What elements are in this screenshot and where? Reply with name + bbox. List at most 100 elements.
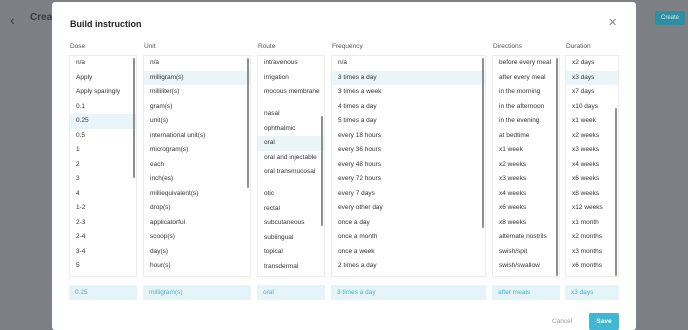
dose-option[interactable]: Apply [70, 71, 136, 86]
duration-option[interactable]: x6 weeks [566, 172, 618, 187]
unit-option[interactable]: inch(es) [144, 172, 250, 187]
route-scrollbar[interactable] [321, 116, 323, 226]
unit-scrollbar[interactable] [247, 58, 249, 188]
unit-option[interactable]: hour(s) [144, 259, 250, 274]
route-option[interactable]: rectal [258, 202, 324, 217]
duration-option[interactable]: x2 days [566, 56, 618, 71]
unit-option[interactable]: milliequivalent(s) [144, 187, 250, 202]
close-icon[interactable]: ✕ [608, 16, 617, 29]
route-option[interactable]: irrigation [258, 71, 324, 86]
dose-option[interactable]: 4 [70, 187, 136, 202]
unit-option[interactable]: applicatorful [144, 216, 250, 231]
dose-option[interactable]: 0.5 [70, 129, 136, 144]
cancel-button[interactable]: Cancel [552, 318, 572, 325]
frequency-option[interactable]: 2 times a day [332, 259, 485, 274]
directions-option[interactable]: after every meal [493, 71, 559, 86]
duration-option[interactable]: x3 days [566, 70, 618, 85]
duration-option[interactable]: x6 months [566, 259, 618, 274]
background-create-button[interactable]: Create [655, 11, 685, 25]
dose-list[interactable]: n/a Apply Apply sparingly 0.1 0.25 0.5 1 2 3 4 1-2… [69, 55, 137, 277]
unit-option[interactable]: each [144, 158, 250, 173]
directions-option[interactable]: x3 weeks [493, 172, 559, 187]
duration-option[interactable]: x1 month [566, 216, 618, 231]
dose-option[interactable]: 3 [70, 172, 136, 187]
dose-scrollbar[interactable] [133, 58, 135, 178]
dose-option[interactable]: 0.1 [70, 100, 136, 115]
unit-option[interactable]: milliliter(s) [144, 85, 250, 100]
frequency-option[interactable]: n/a [332, 56, 485, 71]
route-option[interactable]: transdermal [258, 260, 324, 275]
directions-scrollbar[interactable] [556, 58, 558, 276]
route-list[interactable]: intravenous irrigation mocous membrane nasa… [257, 55, 325, 277]
frequency-option[interactable]: 4 times a day [332, 100, 485, 115]
route-option[interactable]: otic [258, 187, 324, 202]
duration-scrollbar[interactable] [615, 108, 617, 276]
frequency-option[interactable]: once a day [332, 216, 485, 231]
unit-option[interactable]: day(s) [144, 245, 250, 260]
route-option[interactable]: intravenous [258, 56, 324, 71]
dose-option[interactable]: 0.25 [70, 114, 136, 129]
directions-option[interactable]: before every meal [493, 56, 559, 71]
duration-option[interactable]: x4 weeks [566, 158, 618, 173]
frequency-option[interactable]: every other day [332, 201, 485, 216]
route-option[interactable]: ophthalmic [258, 122, 324, 137]
route-option[interactable]: nasal [258, 107, 324, 122]
duration-option[interactable]: x3 weeks [566, 143, 618, 158]
route-option[interactable]: sublingual [258, 231, 324, 246]
frequency-option[interactable]: 3 times a day [332, 70, 485, 85]
route-option[interactable]: oral transmucosal [258, 165, 324, 187]
duration-option[interactable]: x3 months [566, 245, 618, 260]
frequency-option[interactable]: every 7 days [332, 187, 485, 202]
directions-option[interactable]: x2 weeks [493, 158, 559, 173]
frequency-scrollbar[interactable] [482, 58, 484, 228]
duration-option[interactable]: x8 weeks [566, 187, 618, 202]
route-option[interactable]: topical [258, 245, 324, 260]
duration-option[interactable]: x12 weeks [566, 201, 618, 216]
duration-option[interactable]: x2 months [566, 230, 618, 245]
frequency-option[interactable]: every 36 hours [332, 143, 485, 158]
dose-option[interactable]: 2-3 [70, 216, 136, 231]
frequency-option[interactable]: 5 times a day [332, 114, 485, 129]
duration-option[interactable]: x10 days [566, 100, 618, 115]
unit-option[interactable]: unit(s) [144, 114, 250, 129]
route-option[interactable]: subcutaneous [258, 216, 324, 231]
dose-option[interactable]: 2 [70, 158, 136, 173]
duration-option[interactable]: x7 days [566, 85, 618, 100]
frequency-option[interactable]: 3 times a week [332, 85, 485, 100]
directions-option[interactable]: at bedtime [493, 129, 559, 144]
directions-option[interactable]: x4 weeks [493, 187, 559, 202]
dose-option[interactable]: n/a [70, 56, 136, 71]
duration-option[interactable]: x1 week [566, 114, 618, 129]
unit-option[interactable]: n/a [144, 56, 250, 71]
unit-option[interactable]: drop(s) [144, 201, 250, 216]
directions-option[interactable]: swish/spit [493, 245, 559, 260]
frequency-option[interactable]: once a month [332, 230, 485, 245]
unit-option[interactable]: milligram(s) [144, 70, 250, 85]
unit-option[interactable]: gram(s) [144, 100, 250, 115]
back-chevron-icon[interactable]: ‹ [10, 12, 15, 28]
directions-option[interactable]: alternate nostrils [493, 230, 559, 245]
route-option[interactable]: oral [258, 136, 324, 151]
unit-option[interactable]: scoop(s) [144, 230, 250, 245]
duration-option[interactable]: x2 weeks [566, 129, 618, 144]
frequency-option[interactable]: every 18 hours [332, 129, 485, 144]
frequency-option[interactable]: every 72 hours [332, 172, 485, 187]
directions-option[interactable]: swish/swallow [493, 259, 559, 274]
unit-list[interactable]: n/a milligram(s) milliliter(s) gram(s) unit(… [143, 55, 251, 277]
frequency-list[interactable]: n/a 3 times a day 3 times a week 4 times a … [331, 55, 486, 277]
dose-option[interactable]: Apply sparingly [70, 85, 136, 100]
directions-option[interactable]: in the morning [493, 85, 559, 100]
directions-option[interactable]: in the afternoon [493, 100, 559, 115]
dose-option[interactable]: 5 [70, 259, 136, 274]
frequency-option[interactable]: every 48 hours [332, 158, 485, 173]
route-option[interactable]: oral and injectable [258, 151, 324, 166]
unit-option[interactable]: international unit(s) [144, 129, 250, 144]
directions-option[interactable]: in the evening [493, 114, 559, 129]
directions-option[interactable]: x1 week [493, 143, 559, 158]
dose-option[interactable]: 2-4 [70, 230, 136, 245]
unit-option[interactable]: microgram(s) [144, 143, 250, 158]
dose-option[interactable]: 1 [70, 143, 136, 158]
directions-list[interactable]: before every meal after every meal in the … [492, 55, 560, 277]
route-option[interactable]: mocous membrane [258, 85, 324, 107]
dose-option[interactable]: 3-4 [70, 245, 136, 260]
